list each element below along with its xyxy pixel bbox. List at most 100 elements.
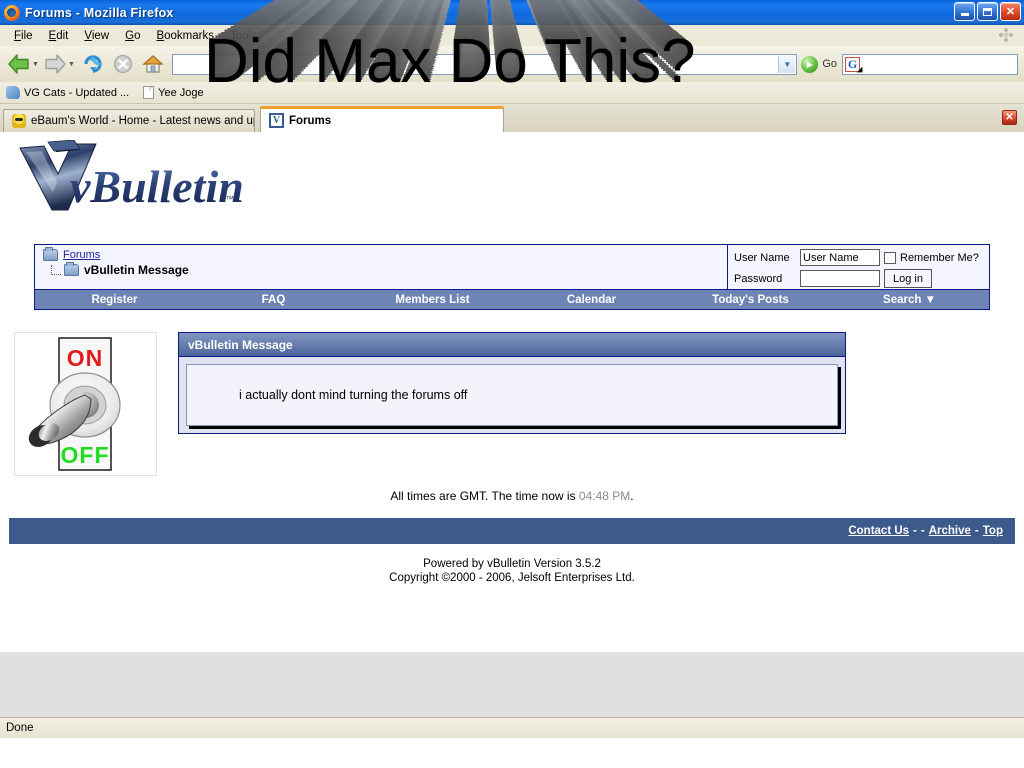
home-icon[interactable] bbox=[138, 51, 168, 77]
nav-link-members-list[interactable]: Members List bbox=[353, 294, 512, 306]
footer-separator: - bbox=[974, 525, 979, 537]
breadcrumb: Forums vBulletin Message bbox=[35, 245, 189, 289]
message-panel-body: i actually dont mind turning the forums … bbox=[178, 357, 846, 434]
address-bar[interactable]: ▼ bbox=[171, 53, 798, 75]
times-line: All times are GMT. The time now is 04:48… bbox=[0, 489, 1024, 503]
menu-item-go[interactable]: Go bbox=[117, 28, 148, 44]
bookmark-label: VG Cats - Updated ... bbox=[24, 86, 130, 99]
firefox-logo-icon bbox=[4, 4, 20, 21]
nav-link-register[interactable]: Register bbox=[35, 294, 194, 306]
minimize-button[interactable] bbox=[954, 2, 975, 21]
username-label: User Name bbox=[734, 251, 790, 264]
title-bar: Forums - Mozilla Firefox ✕ bbox=[0, 0, 1024, 25]
bookmarks-toolbar: VG Cats - Updated ... Yee Joge bbox=[0, 82, 1024, 104]
tab-ebaums-world[interactable]: eBaum's World - Home - Latest news and u… bbox=[3, 109, 255, 132]
search-input[interactable] bbox=[860, 55, 1017, 73]
footer-link-archive[interactable]: Archive bbox=[929, 525, 971, 537]
forum-nav-links: Register FAQ Members List Calendar Today… bbox=[34, 290, 990, 310]
forum-header-table: Forums vBulletin Message User Name Remem… bbox=[34, 244, 990, 310]
menu-item-bookmarks[interactable]: Bookmarks bbox=[148, 28, 222, 44]
breadcrumb-root-row: Forums bbox=[43, 247, 189, 261]
folder-icon bbox=[43, 247, 58, 261]
username-input[interactable] bbox=[800, 249, 880, 266]
svg-text:™: ™ bbox=[225, 194, 234, 204]
browser-window: Forums - Mozilla Firefox ✕ File Edit Vie… bbox=[0, 0, 1024, 738]
bookmark-yee-joge[interactable]: Yee Joge bbox=[143, 86, 204, 99]
status-text: Done bbox=[6, 722, 34, 734]
breadcrumb-current: vBulletin Message bbox=[84, 263, 189, 277]
bookmark-vg-cats[interactable]: VG Cats - Updated ... bbox=[6, 86, 129, 99]
tab-strip: eBaum's World - Home - Latest news and u… bbox=[0, 104, 1024, 132]
below-window-area bbox=[0, 738, 1024, 768]
menu-grip-icon bbox=[999, 28, 1014, 43]
menu-bar: File Edit View Go Bookmarks Tools bbox=[0, 25, 1024, 46]
message-text: i actually dont mind turning the forums … bbox=[186, 364, 838, 426]
breadcrumb-current-row: vBulletin Message bbox=[51, 262, 189, 277]
tab-label: eBaum's World - Home - Latest news and u… bbox=[31, 115, 255, 127]
tree-line-icon bbox=[51, 265, 61, 275]
go-button[interactable]: ▶ bbox=[801, 55, 819, 73]
on-off-switch-image: ON OFF bbox=[14, 332, 157, 476]
times-suffix: . bbox=[630, 489, 634, 503]
message-panel-title: vBulletin Message bbox=[178, 332, 846, 357]
page-content: vBulletin ™ Forums vBulletin Message Use… bbox=[0, 132, 1024, 717]
footer-separator: - bbox=[913, 525, 917, 537]
go-label: Go bbox=[822, 58, 837, 70]
navbar-box: Forums vBulletin Message User Name Remem… bbox=[34, 244, 990, 290]
times-prefix: All times are GMT. The time now is bbox=[390, 489, 576, 503]
tab-forums[interactable]: V Forums bbox=[260, 106, 504, 132]
address-input[interactable] bbox=[172, 55, 797, 73]
footer-bar: Contact Us - - Archive - Top bbox=[9, 518, 1015, 544]
powered-by-text: Powered by vBulletin Version 3.5.2 Copyr… bbox=[0, 557, 1024, 585]
menu-label-file: ile bbox=[21, 29, 33, 42]
nav-link-faq[interactable]: FAQ bbox=[194, 294, 353, 306]
remember-me-checkbox[interactable] bbox=[884, 251, 896, 264]
forward-arrow-icon bbox=[42, 52, 68, 76]
powered-line-2: Copyright ©2000 - 2006, Jelsoft Enterpri… bbox=[389, 572, 635, 584]
svg-text:vBulletin: vBulletin bbox=[70, 161, 242, 212]
password-row: Password Log in bbox=[734, 269, 983, 288]
back-arrow-icon[interactable] bbox=[6, 52, 32, 76]
nav-link-calendar[interactable]: Calendar bbox=[512, 294, 671, 306]
current-time: 04:48 PM bbox=[578, 489, 631, 503]
bookmark-cat-icon bbox=[6, 86, 20, 99]
back-dropdown-icon[interactable]: ▼ bbox=[32, 61, 39, 68]
vbulletin-message-panel: vBulletin Message i actually dont mind t… bbox=[178, 332, 846, 434]
stop-icon bbox=[108, 51, 138, 77]
status-bar: Done bbox=[0, 717, 1024, 738]
login-button[interactable]: Log in bbox=[884, 269, 932, 288]
vbulletin-favicon: V bbox=[269, 113, 284, 128]
close-button[interactable]: ✕ bbox=[1000, 2, 1021, 21]
remember-me-label: Remember Me? bbox=[900, 251, 979, 264]
page-background-gray bbox=[0, 652, 1024, 717]
footer-separator: - bbox=[920, 525, 925, 537]
bookmark-label: Yee Joge bbox=[158, 86, 204, 99]
menu-item-tools[interactable]: Tools bbox=[222, 28, 265, 44]
maximize-button[interactable] bbox=[977, 2, 998, 21]
address-dropdown-icon[interactable]: ▼ bbox=[778, 55, 796, 73]
breadcrumb-link-forums[interactable]: Forums bbox=[63, 249, 100, 261]
footer-link-contact-us[interactable]: Contact Us bbox=[848, 525, 909, 537]
vbulletin-logo: vBulletin ™ bbox=[12, 139, 244, 224]
reload-icon[interactable] bbox=[78, 51, 108, 77]
username-row: User Name Remember Me? bbox=[734, 249, 983, 266]
menu-item-edit[interactable]: Edit bbox=[41, 28, 77, 44]
tab-close-button[interactable]: ✕ bbox=[1002, 110, 1017, 125]
svg-text:OFF: OFF bbox=[61, 442, 110, 468]
menu-item-view[interactable]: View bbox=[76, 28, 117, 44]
nav-link-todays-posts[interactable]: Today's Posts bbox=[671, 294, 830, 306]
ebaums-favicon bbox=[12, 114, 26, 128]
nav-link-search[interactable]: Search ▼ bbox=[830, 294, 989, 306]
folder-icon bbox=[64, 262, 79, 276]
menu-item-file[interactable]: File bbox=[6, 28, 41, 44]
powered-line-1: Powered by vBulletin Version 3.5.2 bbox=[423, 558, 601, 570]
window-controls: ✕ bbox=[954, 2, 1021, 21]
search-bar[interactable]: G bbox=[842, 53, 1018, 75]
svg-text:ON: ON bbox=[67, 345, 104, 371]
footer-link-top[interactable]: Top bbox=[983, 525, 1003, 537]
bookmark-page-icon bbox=[143, 86, 155, 99]
navigation-toolbar: ▼ ▼ ▼ ▶ Go G bbox=[0, 46, 1024, 82]
forward-dropdown-icon: ▼ bbox=[67, 60, 75, 68]
password-input[interactable] bbox=[800, 270, 880, 287]
google-search-icon[interactable]: G bbox=[845, 56, 860, 72]
